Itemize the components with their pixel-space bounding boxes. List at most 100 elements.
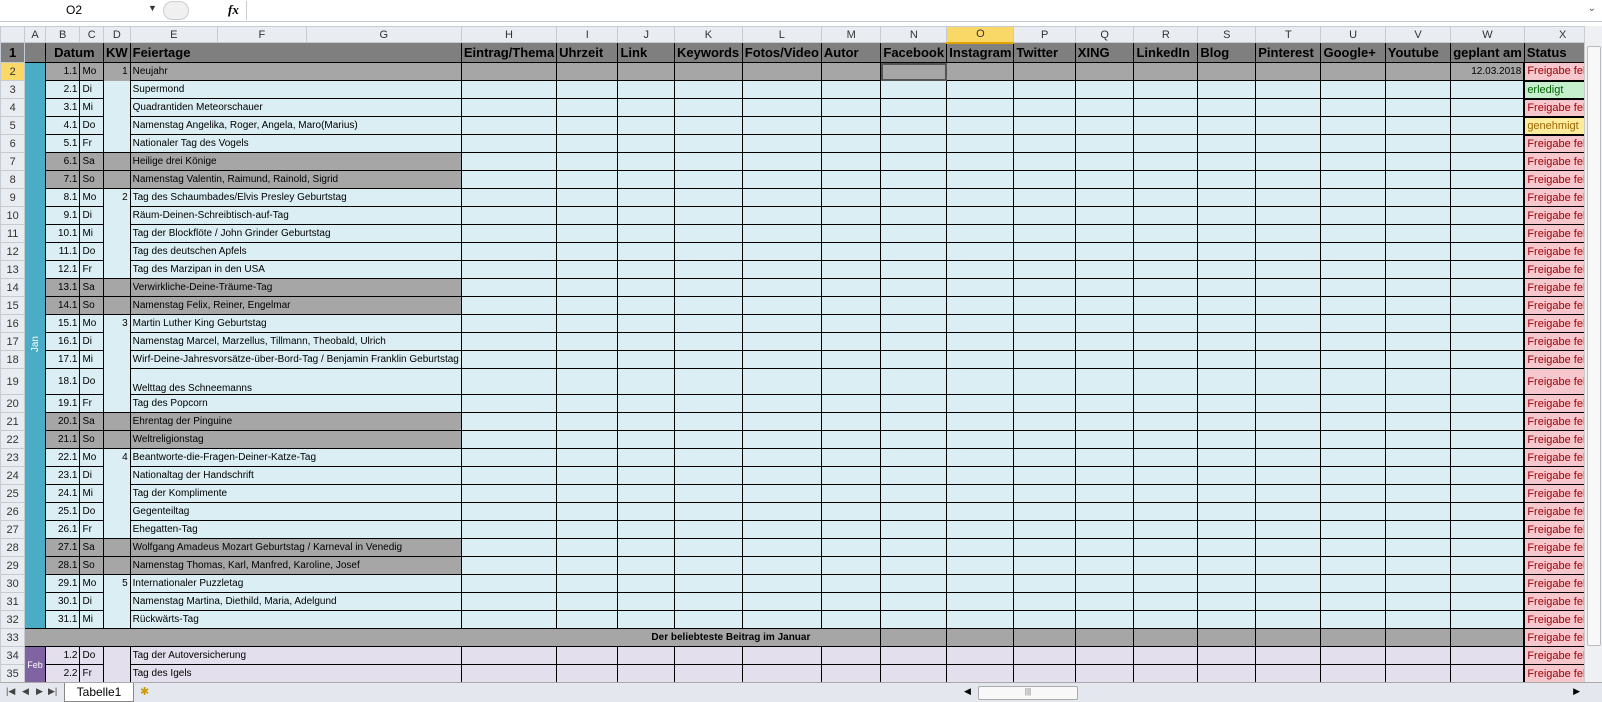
cell[interactable]	[617, 80, 676, 99]
cell[interactable]	[820, 188, 882, 207]
feiertag-cell[interactable]: Tag der Blockflöte / John Grinder Geburt…	[129, 224, 462, 243]
feiertag-cell[interactable]: Namenstag Marcel, Marzellus, Tillmann, T…	[129, 332, 462, 351]
cell[interactable]	[1013, 646, 1076, 665]
cell[interactable]	[556, 430, 619, 449]
day-cell[interactable]: Mo	[79, 62, 104, 81]
cell[interactable]	[674, 206, 743, 225]
cell[interactable]	[556, 394, 619, 413]
day-cell[interactable]: Mo	[79, 574, 104, 593]
cell[interactable]	[1013, 368, 1076, 395]
row-header[interactable]: 32	[0, 610, 26, 629]
cell[interactable]	[1197, 448, 1257, 467]
cell[interactable]	[1074, 98, 1135, 117]
cell[interactable]	[1133, 224, 1199, 243]
cell[interactable]	[1320, 206, 1386, 225]
cell[interactable]	[820, 350, 882, 369]
cell[interactable]	[1320, 296, 1386, 315]
cell[interactable]	[741, 296, 822, 315]
cell[interactable]	[946, 170, 1015, 189]
cell[interactable]	[674, 484, 743, 503]
column-header-n[interactable]: N	[880, 26, 948, 43]
cell[interactable]	[880, 188, 948, 207]
cell[interactable]	[946, 610, 1015, 629]
day-cell[interactable]: Do	[79, 242, 104, 261]
cell[interactable]	[741, 260, 822, 279]
cell[interactable]	[880, 242, 948, 261]
cell[interactable]	[1013, 664, 1076, 683]
cell[interactable]	[617, 430, 676, 449]
cell[interactable]	[1384, 664, 1452, 683]
day-cell[interactable]: Di	[79, 332, 104, 351]
cell[interactable]	[460, 242, 558, 261]
kw-cell[interactable]	[102, 206, 131, 225]
day-cell[interactable]: So	[79, 296, 104, 315]
cell[interactable]	[556, 368, 619, 395]
cell[interactable]	[1384, 296, 1452, 315]
cell[interactable]	[1013, 314, 1076, 333]
scroll-left-icon[interactable]: ◀	[964, 686, 971, 697]
cell[interactable]	[674, 350, 743, 369]
expand-formula-bar-icon[interactable]: ⌄	[1588, 3, 1596, 14]
cell[interactable]	[946, 394, 1015, 413]
kw-cell[interactable]	[102, 260, 131, 279]
cell[interactable]	[1255, 664, 1322, 683]
day-cell[interactable]: Sa	[79, 278, 104, 297]
cell[interactable]	[674, 574, 743, 593]
cell[interactable]	[1384, 628, 1452, 647]
cell[interactable]	[617, 484, 676, 503]
date-cell[interactable]: 26.1	[44, 520, 81, 539]
cell[interactable]	[1197, 314, 1257, 333]
row-header[interactable]: 23	[0, 448, 26, 467]
cell[interactable]	[1384, 484, 1452, 503]
cell[interactable]	[674, 430, 743, 449]
row-header[interactable]: 11	[0, 224, 26, 243]
kw-cell[interactable]	[102, 466, 131, 485]
row-header[interactable]: 35	[0, 664, 26, 683]
row-header[interactable]: 1	[0, 42, 26, 63]
cell[interactable]	[741, 170, 822, 189]
cell[interactable]	[1074, 188, 1135, 207]
day-cell[interactable]: Sa	[79, 152, 104, 171]
cell[interactable]	[741, 242, 822, 261]
cell[interactable]	[1197, 394, 1257, 413]
header-feiertage[interactable]: Feiertage	[129, 42, 462, 63]
cell[interactable]	[820, 466, 882, 485]
cell[interactable]	[820, 664, 882, 683]
cell[interactable]	[556, 260, 619, 279]
cell[interactable]	[1133, 314, 1199, 333]
day-cell[interactable]: Fr	[79, 394, 104, 413]
selected-cell[interactable]	[880, 62, 948, 81]
cell[interactable]	[1384, 260, 1452, 279]
planned-date-cell[interactable]	[1450, 556, 1525, 575]
cell[interactable]	[820, 242, 882, 261]
row-header[interactable]: 8	[0, 170, 26, 189]
cell[interactable]	[1384, 412, 1452, 431]
header-autor[interactable]: Autor	[820, 42, 882, 63]
header-keywords[interactable]: Keywords	[674, 42, 743, 63]
cell[interactable]	[1133, 170, 1199, 189]
kw-cell[interactable]	[102, 484, 131, 503]
feiertag-cell[interactable]: Supermond	[129, 80, 462, 99]
day-cell[interactable]: Di	[79, 466, 104, 485]
next-sheet-icon[interactable]: ▶	[36, 686, 43, 697]
cell[interactable]	[1384, 80, 1452, 99]
cell[interactable]	[1255, 484, 1322, 503]
kw-cell[interactable]	[102, 664, 131, 683]
planned-date-cell[interactable]	[1450, 278, 1525, 297]
cell[interactable]	[946, 296, 1015, 315]
cell[interactable]	[741, 592, 822, 611]
cell[interactable]	[1133, 574, 1199, 593]
cell[interactable]	[460, 188, 558, 207]
cell[interactable]	[617, 350, 676, 369]
cell[interactable]	[820, 296, 882, 315]
cell[interactable]	[1255, 502, 1322, 521]
cell[interactable]	[946, 152, 1015, 171]
cell[interactable]	[1013, 116, 1076, 135]
cell[interactable]	[1320, 224, 1386, 243]
date-cell[interactable]: 2.1	[44, 80, 81, 99]
cell[interactable]	[880, 332, 948, 351]
planned-date-cell[interactable]	[1450, 538, 1525, 557]
cell[interactable]	[1255, 610, 1322, 629]
cell[interactable]	[820, 394, 882, 413]
cell[interactable]	[617, 332, 676, 351]
